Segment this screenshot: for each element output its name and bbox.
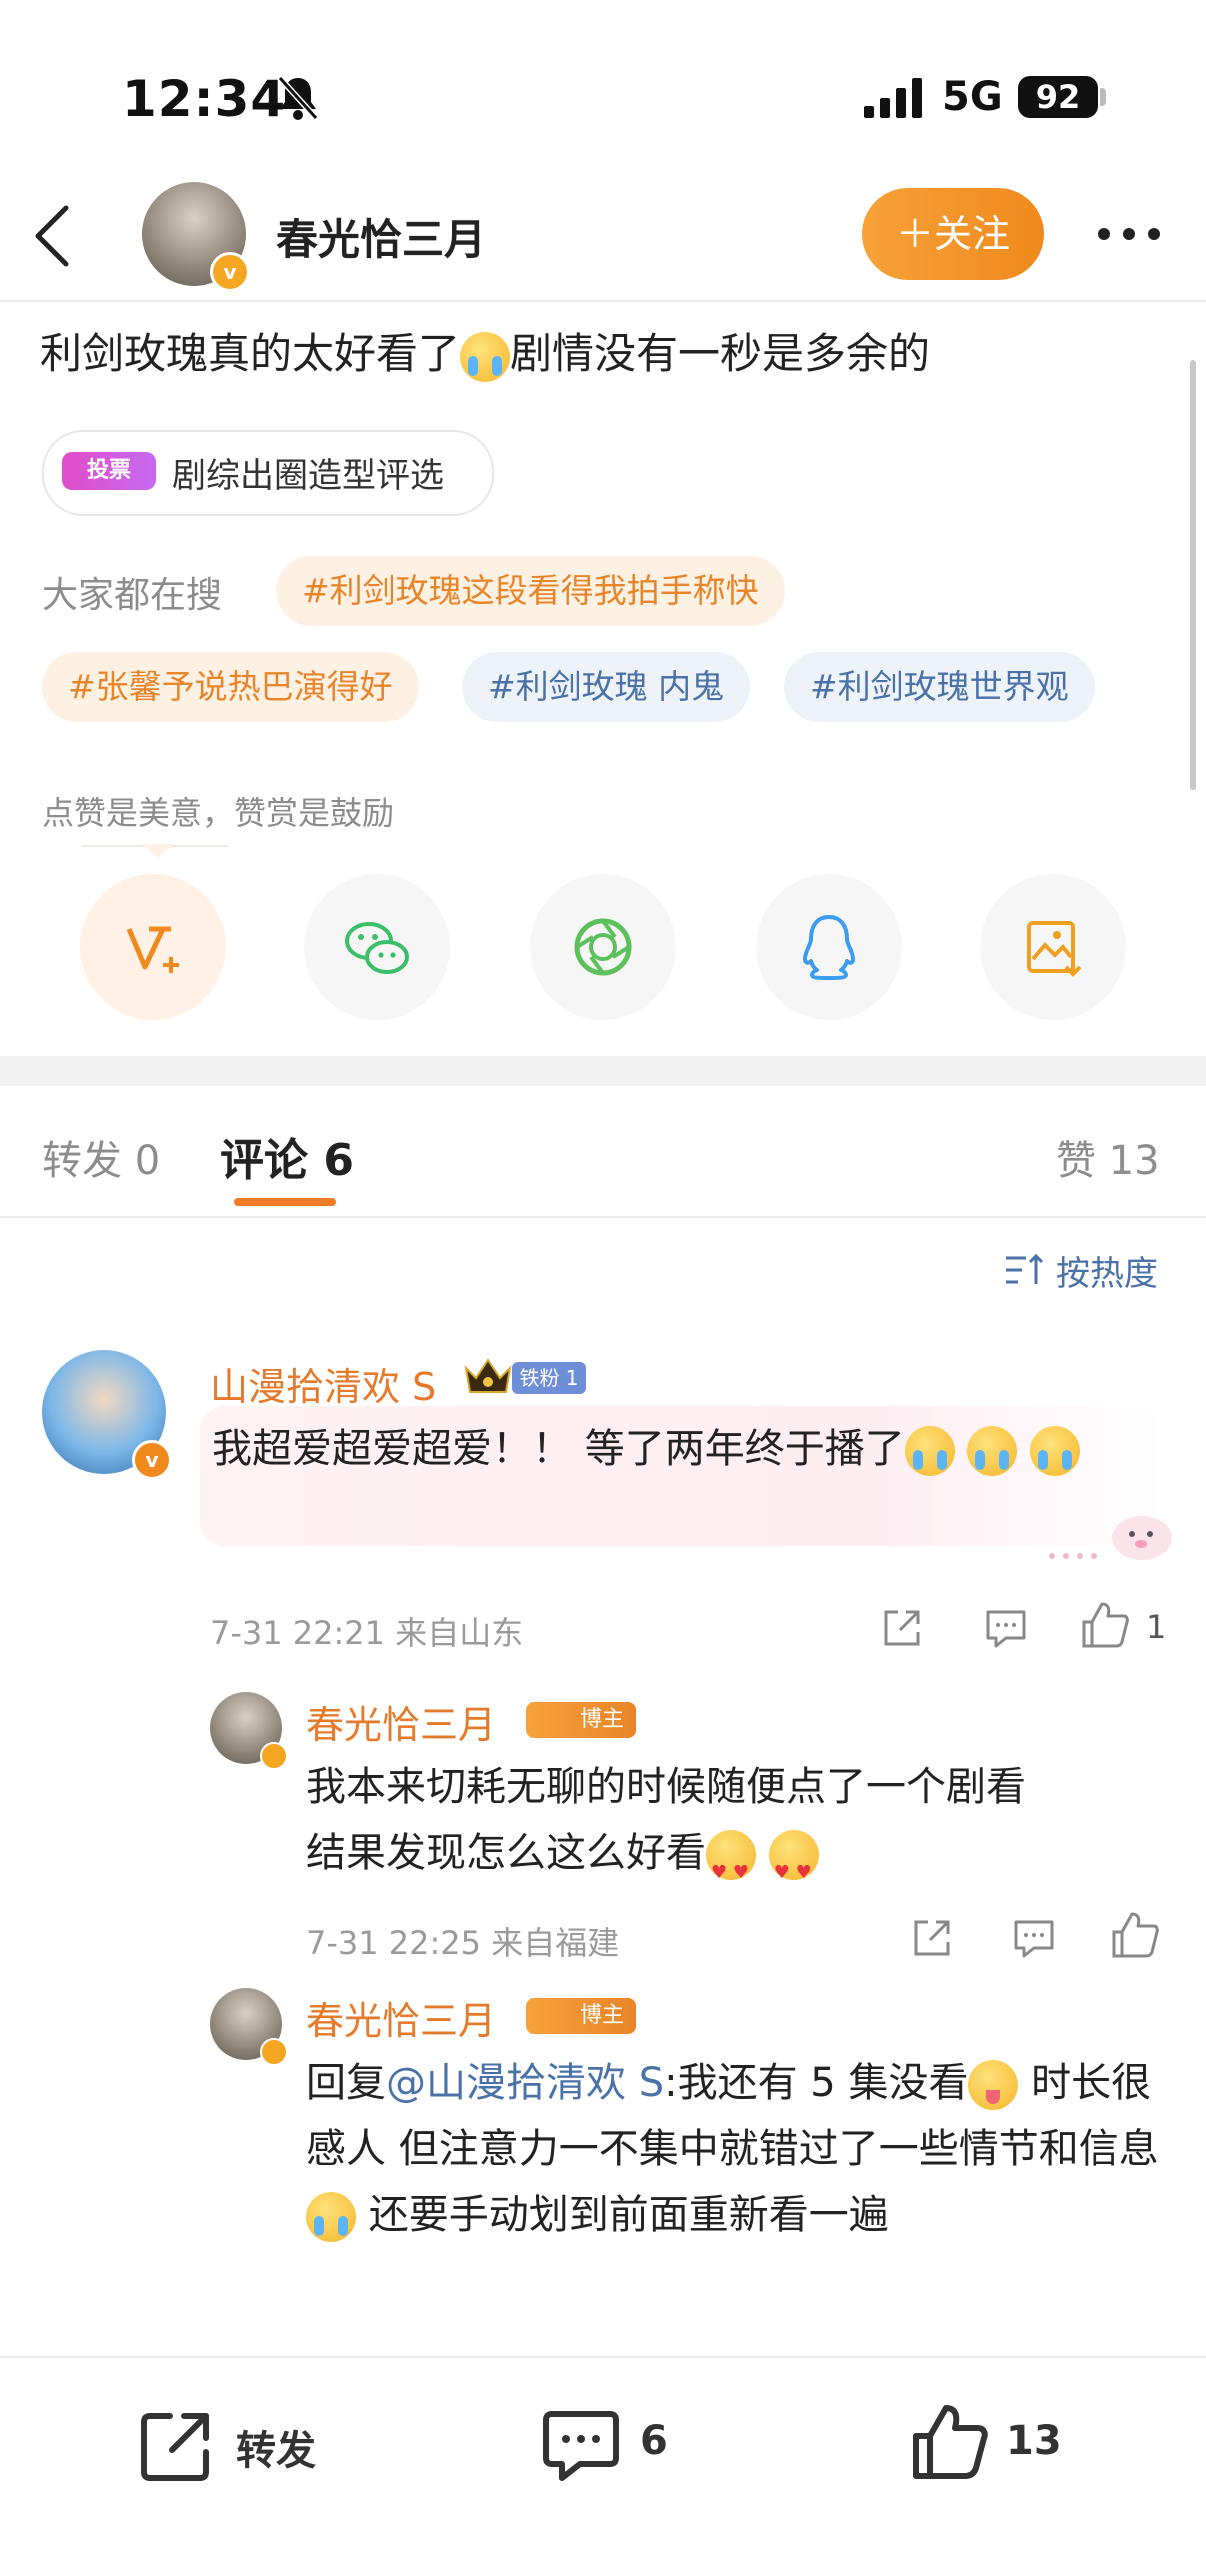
header-divider (0, 300, 1206, 302)
reply-text: 回复@山漫拾清欢 S:我还有 5 集没看 时长很感人 但注意力一不集中就错过了一… (306, 2050, 1176, 2248)
comment-meta: 7-31 22:21 来自山东 (210, 1614, 524, 1652)
like-icon[interactable] (1110, 1910, 1160, 1960)
crying-emoji-icon (460, 331, 511, 382)
reply-text-part: 还要手动划到前面重新看一遍 (356, 2192, 889, 2238)
verified-badge-icon: v (210, 252, 250, 292)
network-label: 5G (942, 74, 1003, 120)
fan-level-badge: 铁粉 1 (512, 1362, 586, 1394)
crying-emoji-icon (904, 1426, 955, 1476)
tab-comments[interactable]: 评论 6 (220, 1124, 354, 1188)
tabs-divider (0, 1216, 1206, 1218)
trending-search-label: 大家都在搜 (42, 575, 223, 616)
sort-icon[interactable] (1004, 1252, 1044, 1288)
comment-text: 我超爱超爱超爱！！ 等了两年终于播了 (212, 1416, 1152, 1482)
crying-emoji-icon (967, 1426, 1018, 1476)
tab-reposts[interactable]: 转发 0 (42, 1128, 160, 1186)
save-image-icon (1027, 921, 1082, 977)
verified-badge-icon (260, 1742, 288, 1770)
author-badge: 博主 (526, 1702, 636, 1738)
moments-icon (574, 918, 632, 976)
trending-tag[interactable]: #利剑玫瑰 内鬼 (462, 652, 751, 722)
more-options-icon[interactable] (1096, 226, 1162, 242)
post-text-part2: 剧情没有一秒是多余的 (510, 329, 931, 378)
vote-topic-label[interactable]: 剧综出圈造型评选 (172, 448, 444, 497)
repost-icon[interactable] (880, 1606, 924, 1650)
trending-tag[interactable]: #利剑玫瑰这段看得我拍手称快 (276, 556, 785, 626)
reply-text-line: 我本来切耗无聊的时候随便点了一个剧看 (306, 1764, 1026, 1810)
trending-tag[interactable]: #利剑玫瑰世界观 (784, 652, 1095, 722)
reply-text: 我本来切耗无聊的时候随便点了一个剧看 结果发现怎么这么好看 (306, 1754, 1166, 1906)
battery-indicator: 92 (1018, 76, 1098, 118)
sort-by-hot-button[interactable]: 按热度 (1056, 1246, 1158, 1295)
qq-icon (803, 915, 855, 980)
commenter-name[interactable]: 山漫拾清欢 S (210, 1356, 436, 1411)
vote-badge: 投票 (62, 452, 156, 490)
trending-tag[interactable]: #张馨予说热巴演得好 (42, 652, 419, 722)
share-qq-button[interactable] (756, 874, 902, 1020)
repost-icon[interactable] (138, 2408, 218, 2484)
bubble-decoration-icon (1049, 1516, 1172, 1560)
like-count[interactable]: 13 (1006, 2418, 1062, 2464)
replier-name[interactable]: 春光恰三月 (306, 1694, 496, 1749)
share-moments-button[interactable] (530, 874, 676, 1020)
post-text-part1: 利剑玫瑰真的太好看了 (40, 329, 461, 378)
reply-text-part: :我还有 5 集没看 (664, 2060, 969, 2106)
crown-icon (464, 1358, 512, 1393)
author-username[interactable]: 春光恰三月 (276, 206, 486, 267)
like-icon[interactable] (1080, 1600, 1130, 1650)
heart-eyes-emoji-icon (768, 1830, 819, 1906)
back-arrow-icon[interactable] (32, 204, 72, 268)
reply-prefix: 回复 (306, 2060, 386, 2106)
verified-badge-icon (260, 2038, 288, 2066)
verified-badge-icon: v (132, 1440, 172, 1480)
author-badge: 博主 (526, 1998, 636, 2034)
note-caret (142, 844, 174, 858)
heart-eyes-emoji-icon (706, 1830, 756, 1906)
mention-link[interactable]: @山漫拾清欢 S (386, 2060, 664, 2106)
follow-button[interactable]: ＋关注 (862, 188, 1044, 280)
comment-count[interactable]: 6 (640, 2418, 668, 2464)
wechat-icon (345, 922, 409, 974)
active-tab-indicator (234, 1198, 336, 1206)
replier-name[interactable]: 春光恰三月 (306, 1990, 496, 2045)
comment-icon[interactable] (1012, 1916, 1056, 1960)
comment-text-body: 我超爱超爱超爱！！ 等了两年终于播了 (212, 1426, 905, 1472)
scrollbar[interactable] (1190, 360, 1196, 790)
save-image-button[interactable] (980, 874, 1126, 1020)
reply-text-line2: 结果发现怎么这么好看 (306, 1820, 1166, 1906)
bell-off-icon (277, 75, 319, 121)
comment-like-count: 1 (1146, 1608, 1167, 1646)
reply-meta: 7-31 22:25 来自福建 (306, 1924, 620, 1962)
tab-likes[interactable]: 赞 13 (1056, 1128, 1160, 1186)
comment-icon[interactable] (984, 1606, 1028, 1650)
comment-icon[interactable] (540, 2408, 622, 2484)
status-time: 12:34 (122, 70, 287, 128)
repost-button[interactable]: 转发 (236, 2418, 316, 2476)
share-vplus-button[interactable] (80, 874, 226, 1020)
like-icon[interactable] (910, 2402, 990, 2482)
v-plus-icon (126, 926, 179, 973)
tongue-emoji-icon (968, 2060, 1019, 2110)
post-text: 利剑玫瑰真的太好看了 剧情没有一秒是多余的 (40, 320, 930, 382)
like-reward-note: 点赞是美意，赞赏是鼓励 (42, 794, 395, 832)
battery-tip (1100, 88, 1106, 106)
crying-emoji-icon (306, 2192, 356, 2242)
share-wechat-button[interactable] (304, 874, 450, 1020)
signal-icon (864, 78, 922, 118)
crying-emoji-icon (1030, 1426, 1081, 1476)
repost-icon[interactable] (910, 1916, 954, 1960)
section-gap (0, 1056, 1206, 1086)
